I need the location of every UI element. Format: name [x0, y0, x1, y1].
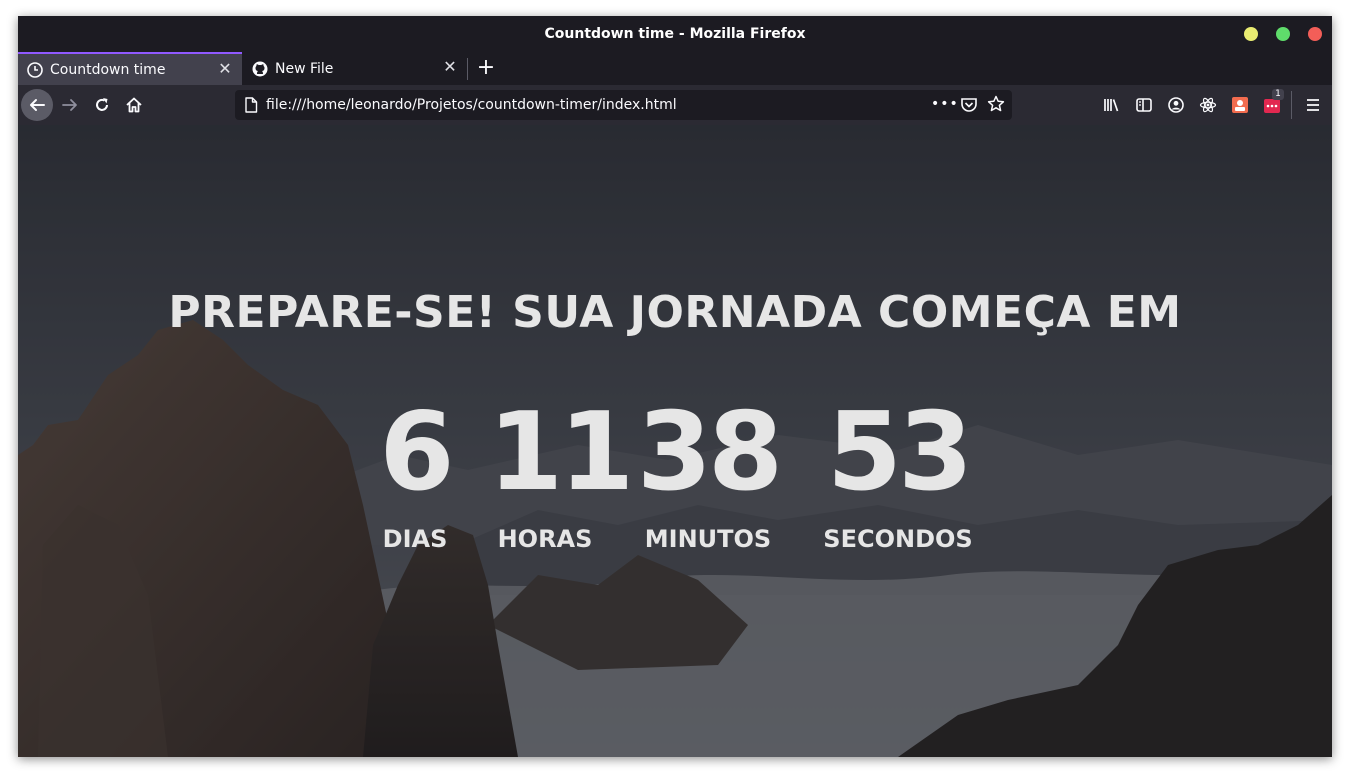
browser-window: Countdown time - Mozilla Firefox Countdo… — [18, 16, 1332, 757]
countdown-days-value: 6 — [379, 390, 454, 515]
countdown-hours-value: 11 — [488, 390, 634, 515]
library-icon[interactable] — [1102, 95, 1122, 115]
github-icon — [252, 61, 268, 77]
bookmark-star-icon[interactable] — [987, 95, 1005, 117]
forward-arrow-icon[interactable] — [55, 90, 85, 120]
sidebar-icon[interactable] — [1134, 95, 1154, 115]
notification-badge: 1 — [1272, 89, 1284, 100]
reload-icon[interactable] — [87, 90, 117, 120]
countdown-seconds-label: SECONDOS — [823, 525, 973, 553]
account-icon[interactable] — [1166, 95, 1186, 115]
tab-strip: Countdown time ✕ New File ✕ + — [18, 52, 1332, 85]
notification-extension-icon[interactable]: 1 — [1262, 89, 1284, 115]
home-icon[interactable] — [119, 90, 149, 120]
countdown-seconds-value: 53 — [826, 390, 973, 515]
page-actions-icon[interactable]: ••• — [931, 96, 959, 112]
countdown-minutes-label: MINUTOS — [644, 525, 772, 553]
hamburger-menu-icon[interactable] — [1303, 95, 1323, 115]
minimize-button[interactable] — [1244, 27, 1258, 41]
react-devtools-icon[interactable] — [1198, 95, 1218, 115]
close-tab-icon[interactable]: ✕ — [442, 59, 458, 75]
pocket-icon[interactable] — [960, 96, 978, 118]
close-window-button[interactable] — [1308, 27, 1322, 41]
tab-new-file[interactable]: New File ✕ — [243, 52, 467, 85]
page-icon — [244, 97, 258, 117]
tab-label: Countdown time — [50, 61, 166, 78]
tab-countdown-time[interactable]: Countdown time ✕ — [18, 52, 242, 85]
countdown-days-label: DIAS — [382, 525, 448, 553]
maximize-button[interactable] — [1276, 27, 1290, 41]
navigation-toolbar: file:///home/leonardo/Projetos/countdown… — [18, 85, 1332, 125]
page-headline: PREPARE-SE! SUA JORNADA COMEÇA EM — [168, 287, 1182, 338]
window-titlebar: Countdown time - Mozilla Firefox — [18, 16, 1332, 52]
timer-icon — [27, 61, 43, 78]
countdown-minutes-value: 38 — [636, 390, 783, 515]
back-arrow-icon[interactable] — [22, 90, 52, 120]
countdown-hours-label: HORAS — [497, 525, 593, 553]
address-bar[interactable]: file:///home/leonardo/Projetos/countdown… — [235, 90, 1012, 120]
tab-label: New File — [275, 60, 334, 77]
close-tab-icon[interactable]: ✕ — [217, 61, 233, 77]
extension-icon[interactable] — [1230, 95, 1250, 115]
window-title: Countdown time - Mozilla Firefox — [544, 26, 806, 42]
url-text[interactable]: file:///home/leonardo/Projetos/countdown… — [266, 96, 677, 114]
page-content: PREPARE-SE! SUA JORNADA COMEÇA EM 6 DIAS… — [18, 125, 1332, 757]
new-tab-button[interactable]: + — [474, 56, 498, 80]
toolbar-separator — [1291, 91, 1292, 119]
tab-separator — [467, 58, 468, 80]
